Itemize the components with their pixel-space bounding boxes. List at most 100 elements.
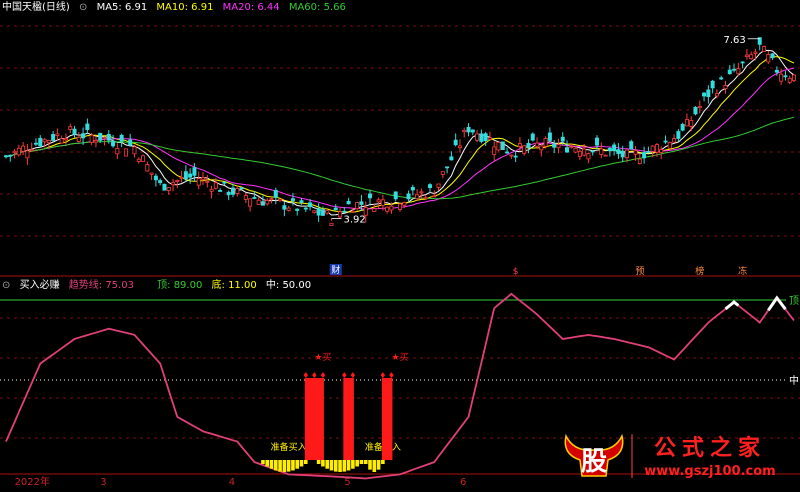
ready-bar — [291, 460, 295, 471]
candle-body — [462, 129, 467, 133]
candle-body — [783, 75, 788, 78]
candle-body — [123, 148, 128, 157]
candle-body — [723, 85, 728, 90]
candle-body — [637, 158, 642, 164]
candle-body — [633, 150, 638, 155]
candle-body — [415, 194, 420, 200]
candle-body — [218, 190, 223, 192]
top-line-label: 顶 — [789, 295, 799, 307]
buy-signal-bar — [343, 378, 354, 460]
candle-body — [308, 202, 313, 208]
candle-body — [33, 142, 38, 145]
candle-body — [762, 46, 767, 52]
candle-body — [766, 54, 771, 63]
candle-body — [672, 138, 677, 143]
candle-body — [68, 126, 73, 130]
candle-body — [612, 144, 617, 152]
candle-body — [565, 147, 570, 153]
candle-body — [505, 151, 510, 154]
candle-body — [419, 191, 424, 194]
candle-body — [235, 188, 240, 194]
candle-body — [205, 180, 210, 183]
ready-bar — [329, 460, 334, 471]
buy-signal-bar — [381, 378, 393, 460]
candle-body — [175, 179, 180, 183]
candle-body — [376, 199, 381, 203]
buy-star-icon: ♦ — [349, 371, 356, 380]
ready-bar — [274, 460, 278, 471]
candle-body — [749, 54, 754, 59]
ready-bar — [286, 460, 291, 472]
ready-bar — [269, 460, 274, 469]
candle-body — [650, 145, 655, 152]
candle-body — [42, 138, 47, 143]
candle-body — [102, 136, 107, 139]
candle-body — [359, 201, 364, 205]
x-axis-label-3: 5 — [344, 477, 350, 488]
event-tag-cai: 财 — [331, 264, 340, 276]
candle-body — [727, 69, 732, 75]
ready-bar — [359, 460, 364, 464]
candle-body — [256, 199, 261, 205]
low-price-label: 3.92 — [343, 215, 365, 226]
ready-bar — [261, 460, 265, 464]
indicator-icon[interactable]: ⊙ — [2, 280, 10, 291]
candle-body — [530, 133, 535, 141]
stock-chart-stage: 7.633.92财$预榜冻2022年3456顶中准备买入准备买入♦♦♦♦♦♦♦★… — [0, 0, 800, 488]
high-price-label: 7.63 — [723, 35, 745, 46]
candle-body — [667, 141, 672, 149]
candle-body — [385, 206, 390, 212]
x-axis-label-4: 6 — [460, 477, 466, 488]
ready-bar — [321, 460, 325, 467]
candle-body — [192, 167, 197, 176]
buy-label-1: ★买 — [391, 352, 408, 363]
candle-body — [535, 142, 540, 147]
candle-body — [719, 77, 724, 80]
candle-body — [560, 136, 565, 142]
candle-body — [188, 173, 193, 178]
ma5-label: MA5: 6.91 — [96, 2, 148, 13]
candle-body — [338, 211, 343, 218]
candle-body — [59, 138, 64, 144]
ready-bar — [372, 460, 377, 472]
candle-body — [753, 51, 758, 54]
candle-body — [792, 74, 797, 81]
candle-body — [432, 195, 437, 198]
candle-body — [76, 136, 81, 142]
candle-body — [106, 133, 111, 141]
candle-body — [153, 175, 158, 181]
candle-body — [8, 154, 13, 157]
candle-body — [115, 148, 120, 155]
ready-bar — [338, 460, 342, 472]
candle-body — [260, 201, 265, 206]
candle-body — [659, 149, 664, 153]
ready-bar — [342, 460, 347, 472]
ready-bar — [346, 460, 351, 471]
ready-bar — [363, 460, 368, 464]
ready-bar — [376, 460, 381, 470]
candle-body — [436, 183, 441, 188]
buy-star-icon: ♦ — [311, 371, 318, 380]
candle-body — [406, 193, 411, 200]
candle-body — [487, 137, 492, 140]
top-label: 顶: 89.00 — [157, 280, 203, 291]
buy-signal-bar — [304, 378, 324, 460]
candle-body — [346, 200, 351, 205]
candle-body — [248, 198, 253, 207]
candle-body — [706, 89, 711, 97]
candle-body — [590, 150, 595, 153]
main-header: 中国天楹(日线) ⊙ MA5: 6.91 MA10: 6.91 MA20: 6.… — [2, 2, 352, 14]
ready-bar — [333, 460, 338, 472]
candle-body — [774, 69, 779, 73]
candle-body — [573, 147, 578, 153]
indicator-title: 买入必赚 — [19, 280, 60, 291]
candle-body — [355, 202, 360, 210]
mid-label: 中: 50.00 — [265, 280, 312, 291]
candle-body — [320, 209, 325, 216]
ready-label-0: 准备买入 — [271, 441, 307, 453]
candle-body — [98, 132, 103, 141]
candle-body — [141, 155, 146, 162]
ma-icon[interactable]: ⊙ — [79, 2, 87, 13]
candle-body — [128, 139, 133, 146]
candle-body — [183, 171, 188, 180]
